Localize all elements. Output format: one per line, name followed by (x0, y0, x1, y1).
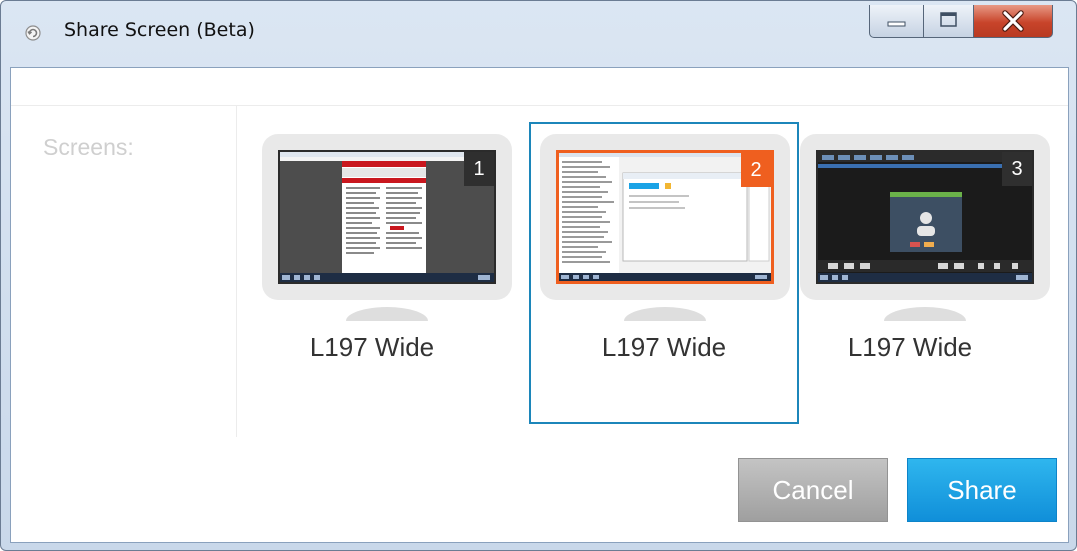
screen-label-2: L197 Wide (601, 332, 727, 362)
screen-preview-1: 1 (278, 150, 496, 284)
window-title: Share Screen (Beta) (64, 19, 255, 41)
minimize-button[interactable] (869, 5, 924, 38)
cancel-button[interactable]: Cancel (738, 458, 888, 522)
screen-label-3: L197 Wide (847, 332, 973, 362)
title-bar[interactable]: Share Screen (Beta) (1, 1, 1076, 61)
maximize-icon (940, 12, 957, 27)
monitor-stand (624, 307, 706, 321)
screens-list: 1 L197 Wide 2 L197 Wide 3 L197 Wide (237, 105, 1068, 437)
monitor-icon: 2 (540, 134, 790, 300)
monitor-stand (346, 307, 428, 321)
screen-preview-3: 3 (816, 150, 1034, 284)
screen-preview-2: 2 (556, 150, 774, 284)
monitor-icon: 3 (800, 134, 1050, 300)
share-screen-dialog: Share Screen (Beta) Screens: 1 L197 Wide… (0, 0, 1077, 551)
share-button[interactable]: Share (907, 458, 1057, 522)
screen-number-badge-1: 1 (464, 152, 494, 186)
maximize-button[interactable] (923, 5, 974, 38)
monitor-stand (884, 307, 966, 321)
screen-label-1: L197 Wide (309, 332, 435, 362)
screen-option-3[interactable]: 3 L197 Wide (775, 122, 1050, 424)
close-button[interactable] (973, 5, 1053, 38)
screen-thumbnail (818, 152, 1032, 282)
sidebar: Screens: (11, 105, 237, 437)
minimize-icon (887, 21, 906, 27)
screen-number-badge-3: 3 (1002, 152, 1032, 186)
screen-number-badge-2: 2 (741, 153, 771, 187)
dialog-body: Screens: 1 L197 Wide 2 L197 Wide 3 L197 … (10, 67, 1069, 543)
screen-option-1[interactable]: 1 L197 Wide (237, 122, 512, 424)
close-icon (1002, 10, 1024, 32)
top-strip (11, 68, 1068, 106)
monitor-icon: 1 (262, 134, 512, 300)
screen-thumbnail (559, 153, 771, 281)
screens-label: Screens: (43, 134, 134, 160)
dialog-footer: Cancel Share (11, 438, 1068, 542)
app-icon (25, 25, 41, 41)
screen-thumbnail (280, 152, 494, 282)
screen-option-2[interactable]: 2 L197 Wide (529, 122, 799, 424)
